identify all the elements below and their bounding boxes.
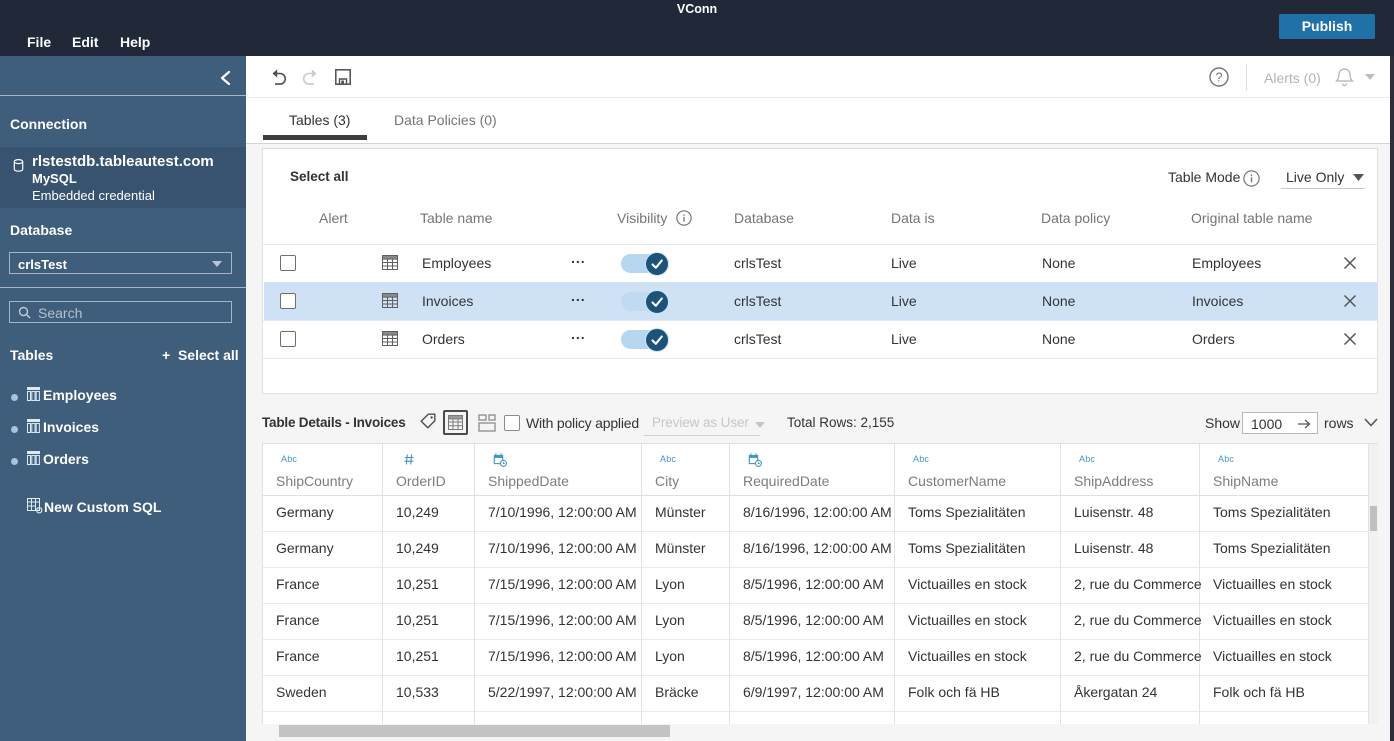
svg-text:?: ? xyxy=(1216,71,1223,85)
